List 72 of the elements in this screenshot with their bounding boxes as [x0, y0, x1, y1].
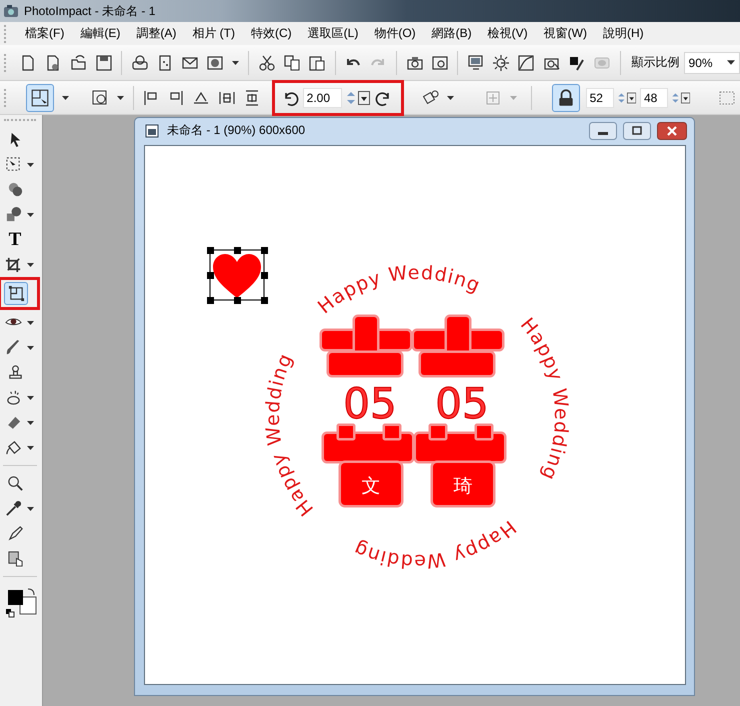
transform-icon[interactable] — [8, 285, 24, 302]
copy-icon[interactable] — [282, 54, 301, 72]
caret-icon[interactable] — [27, 506, 34, 510]
zoom-dropdown[interactable]: 90% — [684, 52, 740, 74]
maximize-button[interactable] — [623, 122, 651, 140]
menu-item[interactable]: 檔案(F) — [17, 25, 72, 42]
object-icon[interactable] — [6, 550, 24, 567]
caret-icon[interactable] — [27, 346, 34, 350]
number-text: 05 — [435, 379, 489, 428]
magnifier-icon[interactable] — [6, 475, 24, 492]
image-icon — [145, 124, 159, 138]
caret-icon[interactable] — [27, 320, 34, 324]
caret-icon[interactable] — [27, 212, 34, 216]
selection-icon[interactable] — [4, 156, 22, 173]
menu-item[interactable]: 視窗(W) — [536, 25, 595, 42]
curve-icon[interactable] — [517, 54, 536, 72]
dropdown-icon[interactable] — [358, 90, 370, 104]
app-icon — [3, 3, 19, 19]
caret-icon[interactable] — [447, 96, 454, 100]
width-field[interactable]: 52 — [586, 88, 614, 108]
menu-item[interactable]: 選取區(L) — [300, 25, 366, 42]
menu-item[interactable]: 相片 (T) — [184, 25, 243, 42]
height-field[interactable]: 48 — [640, 88, 668, 108]
caret-icon[interactable] — [27, 446, 34, 450]
color-swatches-icon[interactable] — [4, 586, 38, 618]
caret-icon[interactable] — [27, 396, 34, 400]
printer-icon[interactable] — [130, 54, 149, 72]
document-title: 未命名 - 1 (90%) 600x600 — [167, 122, 306, 139]
heart-shape[interactable] — [213, 254, 261, 298]
minimize-button[interactable] — [589, 122, 617, 140]
caret-icon[interactable] — [727, 60, 735, 65]
menu-item[interactable]: 編輯(E) — [72, 25, 128, 42]
paste-icon[interactable] — [308, 54, 326, 72]
brush-icon[interactable] — [4, 339, 22, 356]
text-tool-icon[interactable]: T — [8, 230, 22, 250]
number-text: 05 — [343, 379, 397, 428]
menu-item[interactable]: 物件(O) — [366, 25, 424, 42]
eraser-icon[interactable] — [4, 414, 22, 431]
menu-item[interactable]: 說明(H) — [594, 25, 652, 42]
window-title: PhotoImpact - 未命名 - 1 — [24, 2, 156, 20]
shapes-icon[interactable] — [4, 206, 22, 223]
name-text: 文 — [362, 476, 380, 497]
zoom-label: 顯示比例 — [632, 54, 680, 71]
select-transform-icon[interactable] — [26, 84, 54, 112]
dropdown-icon[interactable] — [626, 90, 636, 104]
close-button[interactable] — [657, 122, 687, 140]
menu-item[interactable]: 調整(A) — [128, 25, 184, 42]
caret-icon[interactable] — [27, 262, 34, 266]
menu-item[interactable]: 網路(B) — [424, 25, 480, 42]
menu-item[interactable]: 特效(C) — [242, 25, 300, 42]
caret-icon[interactable] — [27, 420, 34, 424]
crop-icon[interactable] — [4, 256, 22, 273]
menu-item[interactable]: 檢視(V) — [480, 25, 536, 42]
monitor-icon[interactable] — [466, 54, 485, 72]
stamp-icon[interactable] — [6, 364, 24, 381]
sun-icon[interactable] — [492, 54, 510, 72]
transform-icon[interactable] — [90, 88, 109, 106]
caret-icon[interactable] — [27, 162, 34, 166]
rotate-angle-field[interactable]: 2.00 — [302, 88, 342, 108]
scissors-icon[interactable] — [258, 54, 276, 72]
caret-icon[interactable] — [232, 60, 240, 64]
camera-frame-icon[interactable] — [430, 54, 449, 72]
spheres-icon[interactable] — [6, 181, 24, 198]
lock-icon[interactable] — [552, 84, 580, 112]
pen-icon[interactable] — [6, 525, 24, 542]
open-folder-icon[interactable] — [70, 54, 88, 72]
dropdown-icon[interactable] — [681, 90, 690, 104]
caret-icon[interactable] — [116, 96, 124, 100]
bucket-icon[interactable] — [4, 439, 22, 456]
name-text: 琦 — [454, 476, 472, 497]
selection-handles[interactable] — [207, 247, 268, 304]
caret-icon[interactable] — [62, 96, 69, 100]
